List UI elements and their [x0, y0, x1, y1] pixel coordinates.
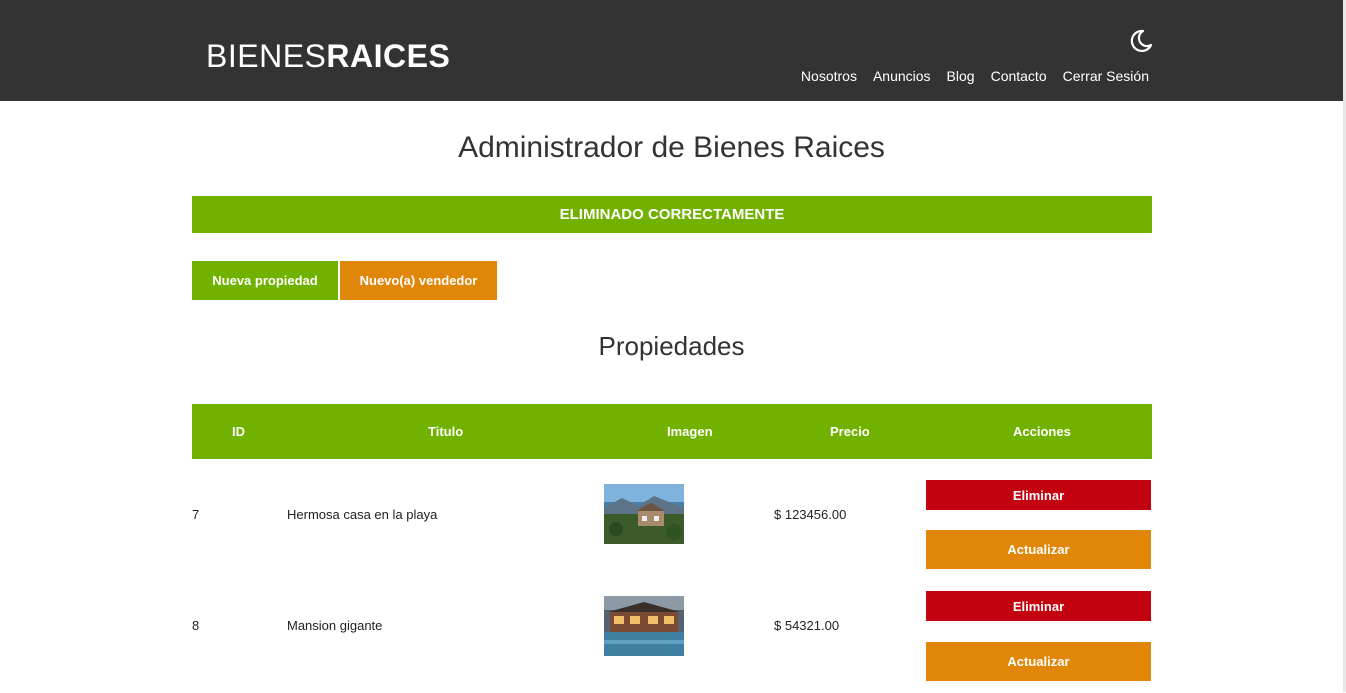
property-thumbnail: [604, 596, 684, 656]
nav-link-nosotros[interactable]: Nosotros: [801, 68, 857, 84]
cell-price: $ 54321.00: [774, 618, 840, 633]
delete-button[interactable]: Eliminar: [926, 480, 1151, 510]
success-alert: ELIMINADO CORRECTAMENTE: [192, 196, 1152, 233]
nav-link-cerrar-sesion[interactable]: Cerrar Sesión: [1063, 68, 1149, 84]
delete-button[interactable]: Eliminar: [926, 591, 1151, 621]
new-property-button[interactable]: Nueva propiedad: [192, 261, 338, 300]
property-thumbnail: [604, 484, 684, 544]
cell-id: 8: [192, 618, 200, 633]
cell-price: $ 123456.00: [774, 507, 847, 522]
page-title: Administrador de Bienes Raices: [458, 131, 885, 164]
moon-icon[interactable]: [1128, 28, 1154, 54]
nav-link-contacto[interactable]: Contacto: [991, 68, 1047, 84]
cell-title: Hermosa casa en la playa: [287, 507, 438, 522]
table-header: ID Titulo Imagen Precio Acciones: [192, 404, 1152, 459]
cell-id: 7: [192, 507, 200, 522]
update-button[interactable]: Actualizar: [926, 642, 1151, 681]
nav-link-blog[interactable]: Blog: [947, 68, 975, 84]
table-row: 7 Hermosa casa en la playa $ 123456.00 E…: [192, 472, 1152, 582]
table-row: 8 Mansion gigante $ 54321.00 Eliminar Ac…: [192, 583, 1152, 693]
logo-text-light: BIENES: [206, 38, 327, 74]
logo-text-bold: RAICES: [326, 38, 451, 74]
cell-title: Mansion gigante: [287, 618, 383, 633]
section-title: Propiedades: [598, 331, 745, 361]
header-acciones: Acciones: [1013, 424, 1071, 439]
header-titulo: Titulo: [428, 424, 464, 439]
new-seller-button[interactable]: Nuevo(a) vendedor: [340, 261, 497, 300]
action-buttons: Nueva propiedad Nuevo(a) vendedor: [192, 261, 497, 300]
update-button[interactable]: Actualizar: [926, 530, 1151, 569]
header-id: ID: [232, 424, 245, 439]
header-precio: Precio: [830, 424, 870, 439]
header-imagen: Imagen: [667, 424, 713, 439]
main-nav: Nosotros Anuncios Blog Contacto Cerrar S…: [785, 68, 1149, 84]
site-logo[interactable]: BIENESRAICES: [206, 38, 450, 78]
site-header: BIENESRAICES Nosotros Anuncios Blog Cont…: [0, 0, 1343, 101]
nav-link-anuncios[interactable]: Anuncios: [873, 68, 931, 84]
